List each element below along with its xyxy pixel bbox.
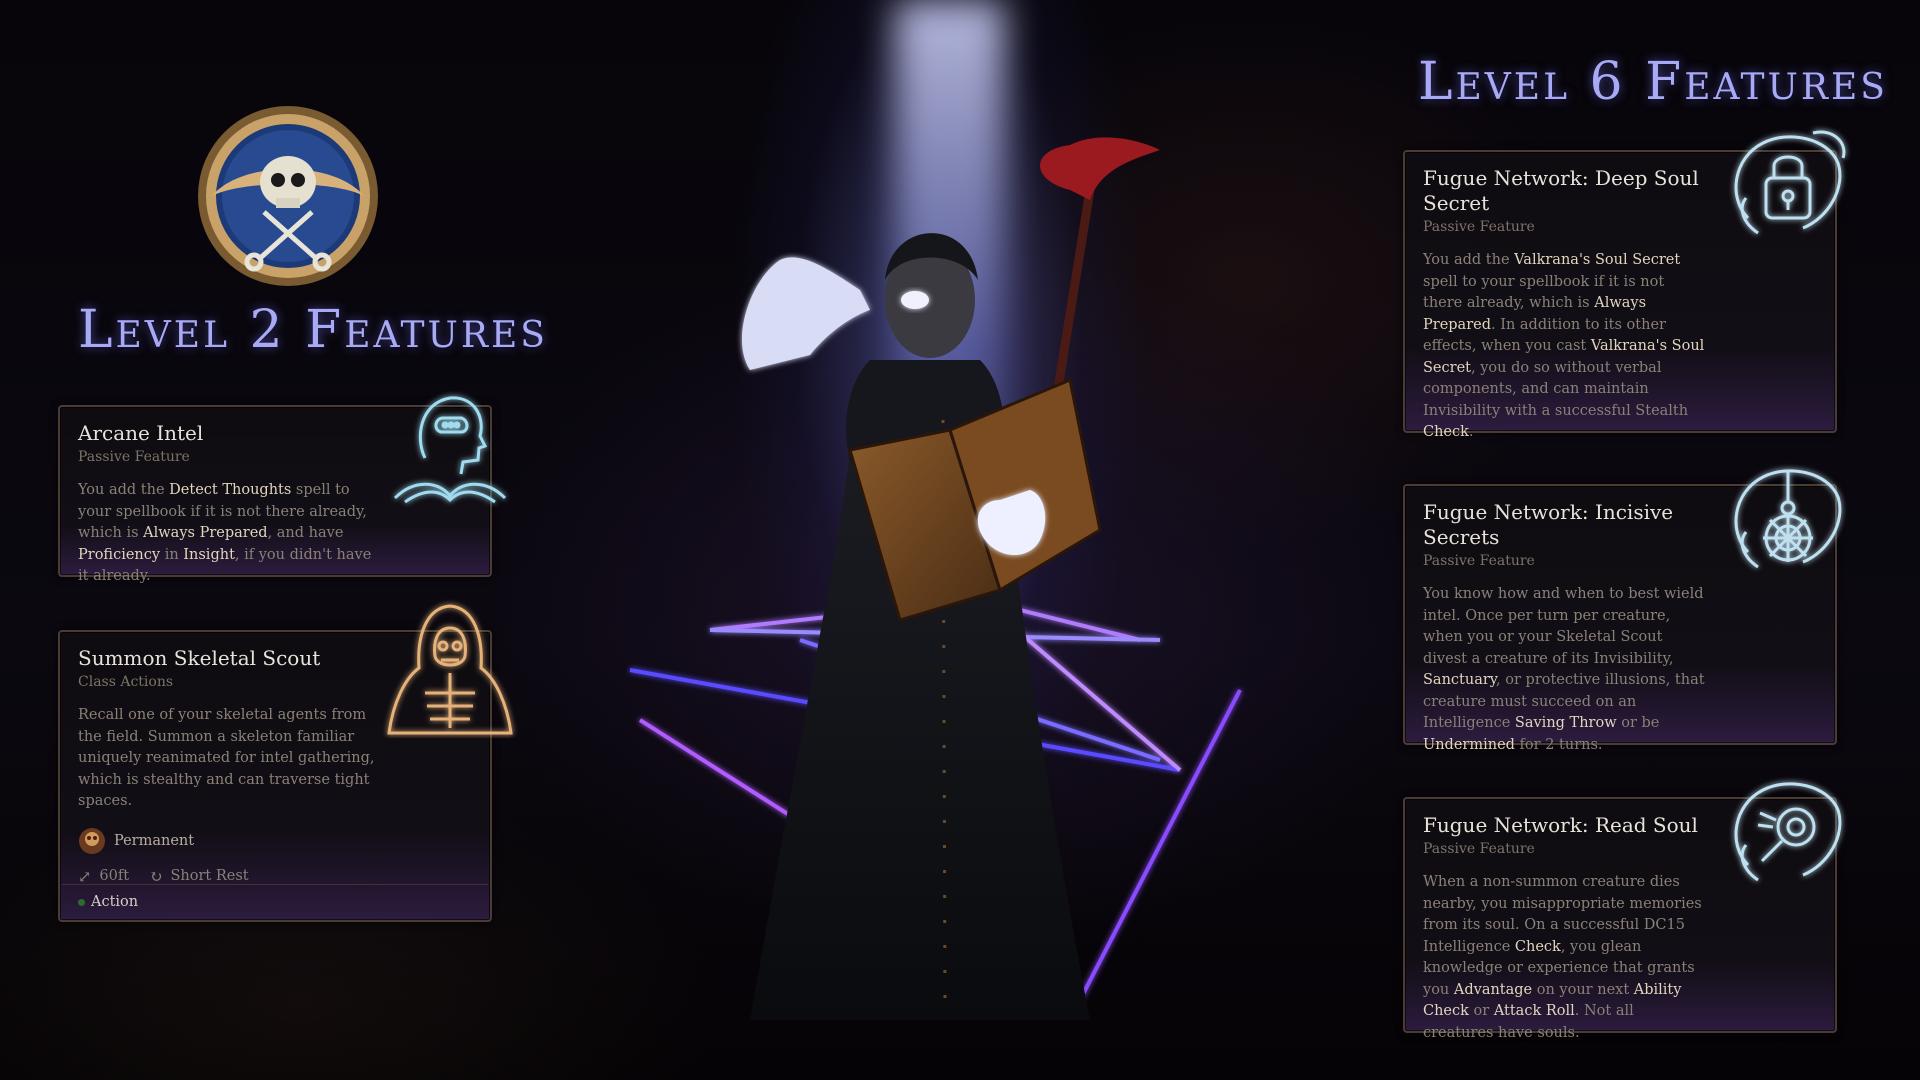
range-recharge-row: ⤢ 60ft ↻ Short Rest [78, 867, 472, 886]
padlock-swirl-icon [1734, 130, 1846, 235]
keyword-term[interactable]: Advantage [1454, 982, 1532, 998]
feature-title: Fugue Network: Read Soul [1423, 813, 1698, 837]
description-text: You know how and when to best wield inte… [1423, 586, 1704, 667]
keyword-term[interactable]: Check [1515, 939, 1561, 955]
feature-description: You add the Valkrana's Soul Secret spell… [1423, 250, 1705, 444]
description-text: You add the [1423, 252, 1515, 268]
action-dot-icon [78, 898, 85, 906]
keyword-term[interactable]: Attack Roll [1494, 1003, 1575, 1019]
magnifier-swirl-icon [1734, 782, 1842, 882]
description-text: , and have [267, 525, 344, 541]
level-6-heading: Level 6 Features [1418, 52, 1888, 112]
duration-row: Permanent [78, 827, 472, 855]
recharge-value: Short Rest [170, 868, 249, 884]
duration-label: Permanent [114, 832, 195, 849]
action-cost-row: Action [78, 894, 138, 910]
keyword-term[interactable]: Undermined [1423, 737, 1515, 753]
keyword-term[interactable]: Saving Throw [1515, 715, 1617, 731]
short-rest-icon: ↻ [149, 866, 163, 886]
keyword-term[interactable]: Always Prepared [143, 525, 267, 541]
feature-description: When a non-summon creature dies nearby, … [1423, 872, 1705, 1044]
description-text: or be [1616, 715, 1660, 731]
range-icon: ⤢ [78, 866, 92, 886]
description-text: or [1468, 1003, 1494, 1019]
description-text: for 2 turns. [1514, 736, 1603, 753]
card-divider [62, 884, 488, 885]
level-2-heading: Level 2 Features [78, 300, 548, 360]
permanent-icon [79, 827, 105, 854]
keyword-term[interactable]: Valkrana's Soul Secret [1514, 252, 1680, 268]
feature-title: Fugue Network: Deep Soul Secret [1423, 166, 1699, 215]
keyword-term[interactable]: Detect Thoughts [169, 482, 291, 498]
character-scene [629, 137, 1242, 1020]
description-text: You add the [78, 482, 170, 498]
description-text: . [1468, 424, 1474, 440]
description-text: in [160, 546, 184, 563]
keyword-term[interactable]: Proficiency [78, 547, 160, 563]
head-with-book-icon [393, 396, 507, 504]
action-cost-label: Action [91, 894, 139, 910]
skull-crossed-keys-emblem [198, 106, 378, 286]
description-text: on your next [1532, 981, 1634, 998]
keyword-term[interactable]: Check [1423, 424, 1469, 440]
feature-description: You add the Detect Thoughts spell to you… [78, 480, 378, 588]
hooded-skeleton-icon [387, 604, 513, 735]
range-value: 60ft [99, 868, 130, 884]
keyword-term[interactable]: Insight [183, 547, 235, 563]
keyword-term[interactable]: Sanctuary [1423, 672, 1496, 688]
feature-description: Recall one of your skeletal agents from … [78, 705, 378, 813]
feature-description: You know how and when to best wield inte… [1423, 584, 1705, 756]
spiderweb-swirl-icon [1734, 469, 1842, 569]
description-text: Recall one of your skeletal agents from … [78, 707, 375, 809]
feature-title: Fugue Network: Incisive Secrets [1423, 500, 1674, 549]
